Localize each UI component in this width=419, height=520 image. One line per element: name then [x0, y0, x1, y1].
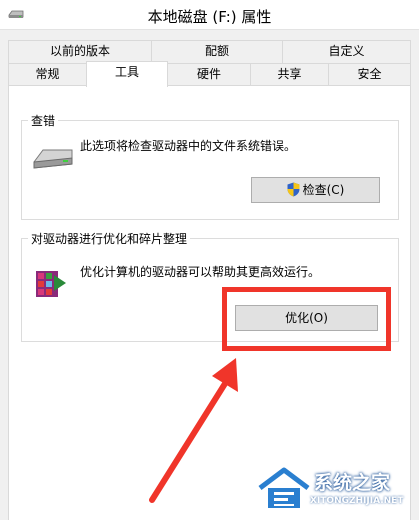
tab-label: 共享 [277, 67, 302, 81]
check-button-label: 检查(C) [302, 183, 345, 197]
optimize-description: 优化计算机的驱动器可以帮助其更高效运行。 [80, 265, 321, 279]
tab-sharing[interactable]: 共享 [250, 63, 329, 86]
optimize-title: 对驱动器进行优化和碎片整理 [28, 230, 191, 247]
watermark: 系统之家 XITONGZHIJIA.NET [252, 460, 417, 518]
tab-label: 配额 [204, 44, 229, 58]
tab-quota[interactable]: 配额 [151, 40, 283, 63]
tab-general[interactable]: 常规 [8, 63, 87, 86]
watermark-text: 系统之家 [314, 472, 391, 494]
tab-label: 自定义 [328, 44, 365, 58]
tab-label: 以前的版本 [49, 44, 110, 58]
drive-icon [33, 149, 73, 169]
tab-customize[interactable]: 自定义 [282, 40, 411, 63]
highlight-rectangle [222, 287, 391, 351]
window-title: 本地磁盘 (F:) 属性 [147, 8, 272, 26]
tab-hardware[interactable]: 硬件 [167, 63, 251, 86]
tab-label: 工具 [114, 65, 139, 79]
defrag-icon [36, 271, 66, 297]
error-check-title: 查错 [28, 112, 59, 129]
title-bar: 本地磁盘 (F:) 属性 [0, 0, 419, 30]
uac-shield-icon [287, 182, 300, 197]
error-check-group: 查错 此选项将检查驱动器中的文件系统错误。 检查(C) [21, 112, 399, 220]
tab-security[interactable]: 安全 [328, 63, 411, 86]
tab-label: 常规 [35, 67, 60, 81]
error-check-description: 此选项将检查驱动器中的文件系统错误。 [80, 139, 297, 153]
tab-previous-versions[interactable]: 以前的版本 [8, 40, 152, 63]
annotation-arrow [149, 358, 238, 503]
tab-label: 安全 [357, 67, 382, 81]
tab-tools[interactable]: 工具 [86, 61, 168, 87]
check-button[interactable]: 检查(C) [251, 177, 380, 203]
house-logo-icon [258, 467, 310, 508]
watermark-url: XITONGZHIJIA.NET [310, 496, 404, 506]
tab-label: 硬件 [196, 67, 221, 81]
